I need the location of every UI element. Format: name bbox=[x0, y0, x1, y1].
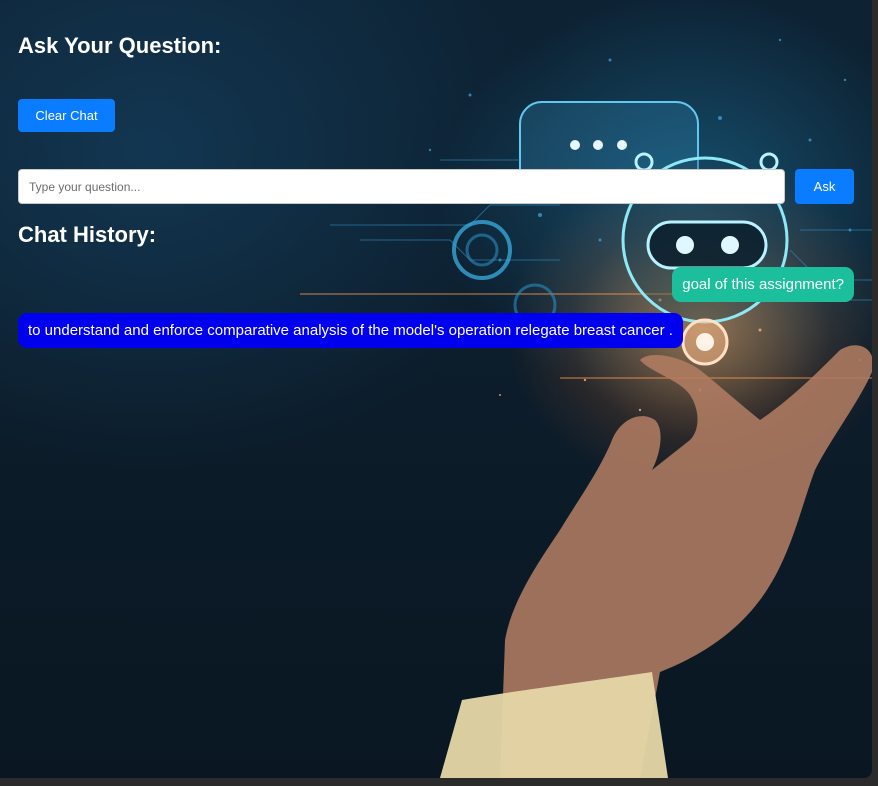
question-input[interactable] bbox=[18, 169, 785, 204]
chat-history-title: Chat History: bbox=[18, 222, 157, 247]
page-title: Ask Your Question: bbox=[18, 33, 222, 58]
ask-button[interactable]: Ask bbox=[795, 169, 854, 204]
tech-rings bbox=[452, 220, 557, 327]
bot-message: to understand and enforce comparative an… bbox=[18, 313, 683, 348]
background-illustration bbox=[300, 38, 872, 778]
clear-chat-button[interactable]: Clear Chat bbox=[18, 99, 115, 132]
chat-app: Ask Your Question: Clear Chat Ask Chat H… bbox=[0, 0, 872, 778]
user-message: goal of this assignment? bbox=[672, 267, 854, 302]
hand-graphic bbox=[440, 345, 872, 778]
